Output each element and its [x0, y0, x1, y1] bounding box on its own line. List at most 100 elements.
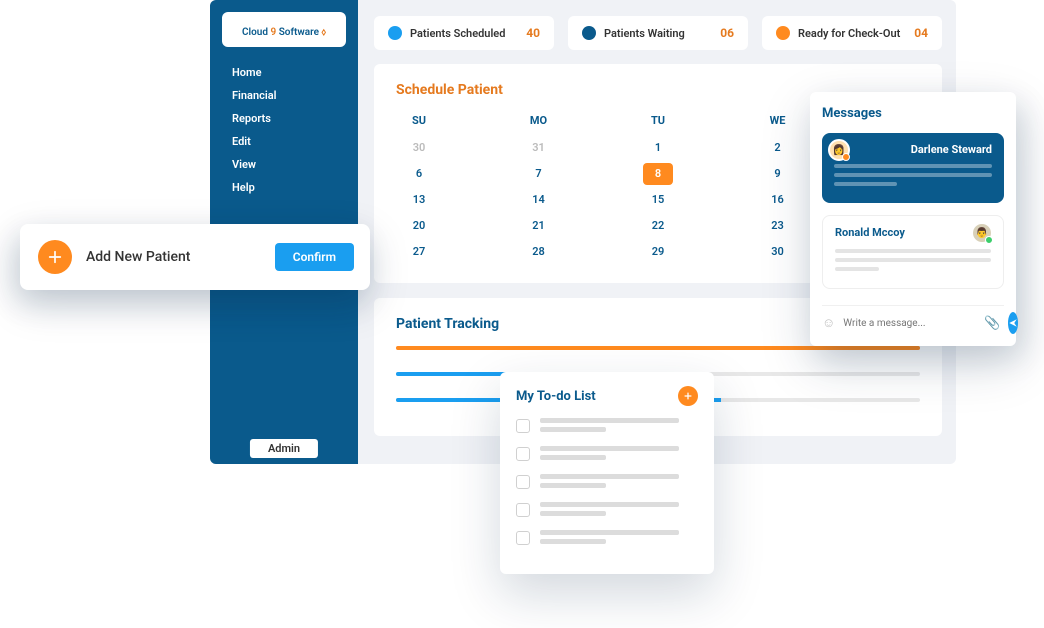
message-thread[interactable]: 👨 Ronald Mccoy [822, 215, 1004, 289]
status-dot-icon [842, 153, 850, 161]
nav-home[interactable]: Home [210, 61, 358, 84]
text-placeholder [540, 539, 606, 544]
brand-part2: Software [279, 27, 319, 38]
todo-text [540, 530, 698, 548]
brand-number: 9 [270, 27, 276, 38]
dot-icon [388, 26, 402, 40]
text-placeholder [834, 182, 897, 186]
checkbox[interactable] [516, 503, 530, 517]
calendar-day[interactable]: 31 [524, 137, 554, 159]
text-placeholder [835, 267, 879, 271]
day-header: TU [643, 114, 673, 127]
stats-row: Patients Scheduled 40 Patients Waiting 0… [374, 16, 942, 50]
calendar-day[interactable]: 20 [404, 215, 434, 237]
calendar-day[interactable]: 30 [404, 137, 434, 159]
text-placeholder [834, 173, 992, 177]
plus-icon[interactable] [38, 240, 72, 274]
text-placeholder [540, 474, 679, 479]
stat-scheduled[interactable]: Patients Scheduled 40 [374, 16, 554, 50]
text-placeholder [540, 530, 679, 535]
message-input[interactable] [843, 318, 976, 329]
stat-value: 04 [914, 26, 928, 40]
day-header: MO [524, 114, 554, 127]
day-header: SU [404, 114, 434, 127]
attachment-icon[interactable]: 📎 [984, 316, 1000, 331]
todo-title: My To-do List [516, 389, 596, 404]
calendar-day[interactable]: 9 [763, 163, 793, 185]
text-placeholder [540, 427, 606, 432]
nav-financial[interactable]: Financial [210, 84, 358, 107]
nav-help[interactable]: Help [210, 176, 358, 199]
text-placeholder [540, 455, 606, 460]
calendar-day[interactable]: 28 [524, 241, 554, 263]
text-placeholder [540, 511, 606, 516]
text-placeholder [835, 258, 991, 262]
checkbox[interactable] [516, 531, 530, 545]
calendar-day[interactable]: 14 [524, 189, 554, 211]
calendar-day[interactable]: 15 [643, 189, 673, 211]
text-placeholder [835, 249, 991, 253]
admin-badge[interactable]: Admin [250, 439, 318, 458]
stat-label: Patients Scheduled [410, 27, 518, 40]
todo-list [516, 418, 698, 548]
add-todo-button[interactable] [678, 386, 698, 406]
text-placeholder [540, 502, 679, 507]
todo-text [540, 474, 698, 492]
text-placeholder [540, 446, 679, 451]
todo-text [540, 502, 698, 520]
calendar-day[interactable]: 2 [763, 137, 793, 159]
kite-icon: ⬨ [322, 27, 327, 38]
send-button[interactable] [1008, 312, 1018, 334]
todo-item [516, 418, 698, 436]
add-patient-label: Add New Patient [86, 249, 261, 265]
dot-icon [582, 26, 596, 40]
calendar-day[interactable]: 8 [643, 163, 673, 185]
avatar: 👩 [828, 139, 850, 161]
nav-view[interactable]: View [210, 153, 358, 176]
stat-label: Ready for Check-Out [798, 27, 906, 40]
todo-item [516, 502, 698, 520]
messages-title: Messages [822, 106, 1004, 121]
emoji-icon[interactable]: ☺ [822, 315, 835, 331]
sender-name: Darlene Steward [834, 143, 992, 156]
stat-value: 06 [720, 26, 734, 40]
checkbox[interactable] [516, 475, 530, 489]
calendar-day[interactable]: 22 [643, 215, 673, 237]
todo-text [540, 446, 698, 464]
stat-checkout[interactable]: Ready for Check-Out 04 [762, 16, 942, 50]
dot-icon [776, 26, 790, 40]
todo-card: My To-do List [500, 372, 714, 574]
calendar-day[interactable]: 7 [524, 163, 554, 185]
text-placeholder [834, 164, 992, 168]
calendar-day[interactable]: 1 [643, 137, 673, 159]
todo-item [516, 530, 698, 548]
calendar-day[interactable]: 16 [763, 189, 793, 211]
todo-header: My To-do List [516, 386, 698, 406]
stat-value: 40 [526, 26, 540, 40]
checkbox[interactable] [516, 447, 530, 461]
confirm-button[interactable]: Confirm [275, 243, 354, 271]
nav-edit[interactable]: Edit [210, 130, 358, 153]
stat-label: Patients Waiting [604, 27, 712, 40]
stat-waiting[interactable]: Patients Waiting 06 [568, 16, 748, 50]
sender-name: Ronald Mccoy [835, 226, 991, 239]
avatar: 👨 [971, 222, 993, 244]
calendar-day[interactable]: 27 [404, 241, 434, 263]
brand-part1: Cloud [242, 27, 268, 38]
checkbox[interactable] [516, 419, 530, 433]
text-placeholder [540, 418, 679, 423]
calendar-day[interactable]: 30 [763, 241, 793, 263]
calendar-day[interactable]: 21 [524, 215, 554, 237]
todo-text [540, 418, 698, 436]
add-patient-card: Add New Patient Confirm [20, 224, 370, 290]
nav-reports[interactable]: Reports [210, 107, 358, 130]
text-placeholder [540, 483, 606, 488]
message-thread[interactable]: 👩 Darlene Steward [822, 133, 1004, 203]
day-header: WE [763, 114, 793, 127]
todo-item [516, 474, 698, 492]
calendar-day[interactable]: 6 [404, 163, 434, 185]
messages-panel: Messages 👩 Darlene Steward 👨 Ronald Mcco… [810, 92, 1016, 346]
calendar-day[interactable]: 13 [404, 189, 434, 211]
calendar-day[interactable]: 23 [763, 215, 793, 237]
calendar-day[interactable]: 29 [643, 241, 673, 263]
